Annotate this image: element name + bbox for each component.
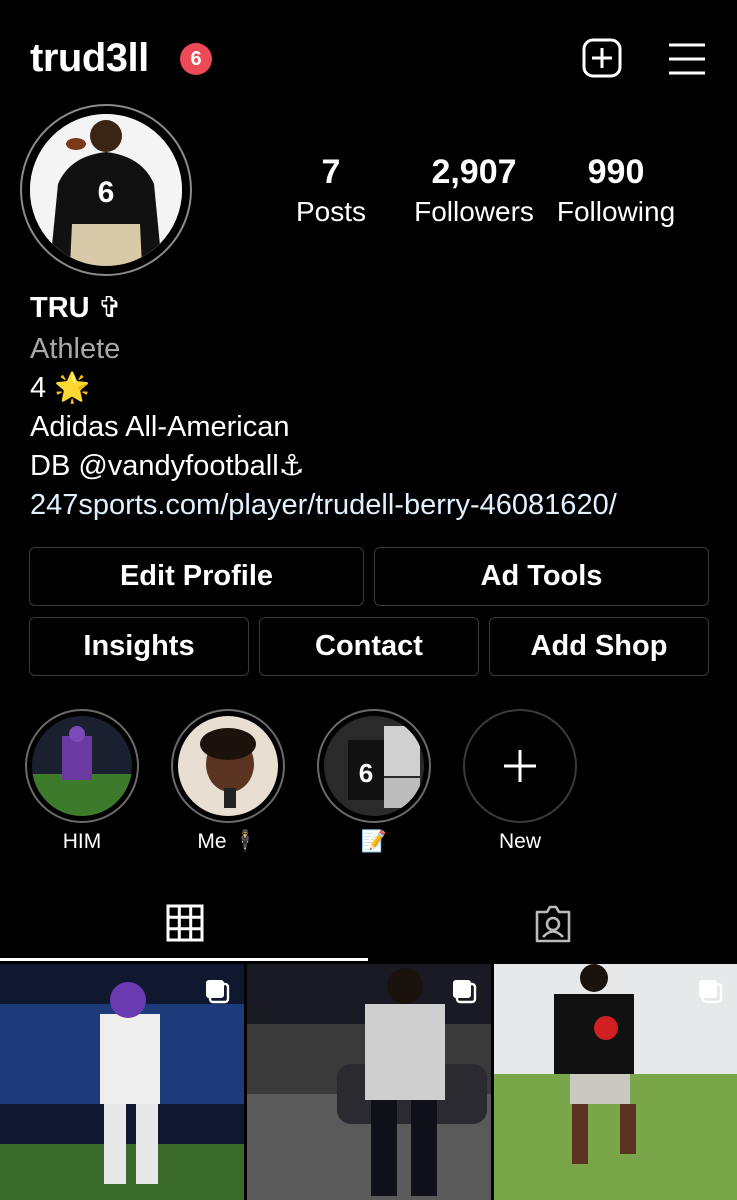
post-thumbnail[interactable]: [494, 964, 737, 1200]
add-shop-button[interactable]: Add Shop: [489, 617, 709, 676]
contact-button[interactable]: Contact: [259, 617, 479, 676]
followers-label: Followers: [414, 196, 534, 227]
plus-icon[interactable]: [502, 748, 538, 784]
multiple-posts-icon: [453, 980, 477, 1004]
stat-posts[interactable]: 7 Posts: [290, 150, 372, 230]
bio-link[interactable]: 247sports.com/player/trudell-berry-46081…: [30, 486, 617, 525]
highlight-thumbnail: [178, 716, 278, 816]
svg-text:6: 6: [98, 176, 115, 209]
ad-tools-button[interactable]: Ad Tools: [374, 547, 709, 606]
multiple-posts-icon: [699, 980, 723, 1004]
grid-icon[interactable]: [166, 904, 204, 942]
highlight-me-image[interactable]: [178, 716, 278, 816]
insights-button[interactable]: Insights: [29, 617, 249, 676]
following-count: 990: [587, 153, 645, 191]
bio-category: Athlete: [30, 333, 121, 365]
highlight-label[interactable]: HIM: [12, 830, 152, 854]
posts-label: Posts: [295, 196, 367, 227]
posts-count: 7: [321, 153, 341, 191]
following-label: Following: [556, 196, 676, 227]
highlight-notes-image[interactable]: 6: [324, 716, 424, 816]
stat-followers[interactable]: 2,907 Followers: [408, 150, 540, 230]
notification-badge[interactable]: 6: [180, 43, 212, 75]
post-thumbnail[interactable]: [247, 964, 491, 1200]
bio-line: 4 🌟: [30, 372, 91, 404]
highlight-label[interactable]: Me 🕴: [158, 830, 298, 854]
new-highlight-label[interactable]: New: [450, 830, 590, 854]
new-post-icon[interactable]: [582, 38, 622, 78]
tagged-icon[interactable]: [533, 904, 573, 944]
highlight-thumbnail: [32, 716, 132, 816]
highlight-thumbnail: 6: [324, 716, 424, 816]
edit-profile-button[interactable]: Edit Profile: [29, 547, 364, 606]
multiple-posts-icon: [206, 980, 230, 1004]
highlight-him-image[interactable]: [32, 716, 132, 816]
profile-username[interactable]: trud3ll: [30, 36, 149, 81]
highlight-label[interactable]: 📝: [304, 830, 444, 854]
menu-icon[interactable]: [668, 42, 706, 76]
avatar-image: 6: [30, 114, 182, 266]
bio-line: Adidas All-American: [30, 411, 290, 443]
avatar[interactable]: 6: [30, 114, 182, 266]
post-thumbnail[interactable]: [0, 964, 244, 1200]
stat-following[interactable]: 990 Following: [550, 150, 682, 230]
bio-line-mention[interactable]: DB @vandyfootball⚓: [30, 447, 305, 486]
active-tab-indicator: [0, 958, 368, 961]
followers-count: 2,907: [431, 153, 517, 191]
bio-name: TRU ✞: [30, 292, 122, 324]
svg-text:6: 6: [359, 758, 373, 788]
